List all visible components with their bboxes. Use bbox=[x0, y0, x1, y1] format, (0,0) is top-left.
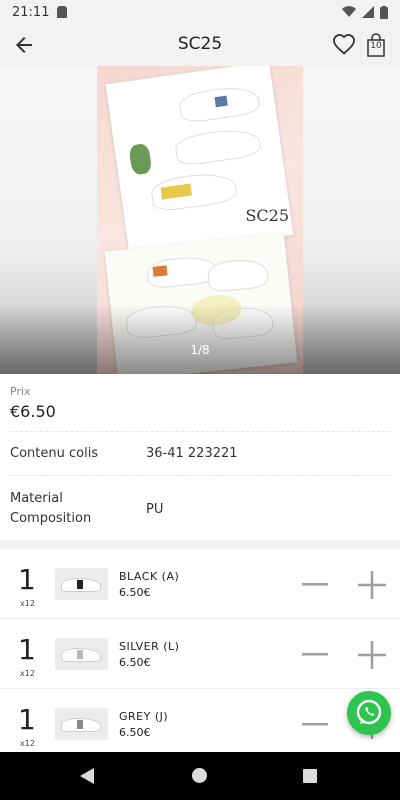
variant-quantity: 1 bbox=[18, 703, 36, 736]
cart-button[interactable]: 10 bbox=[364, 32, 388, 58]
detail-row-material: Material Composition PU bbox=[10, 476, 390, 542]
product-image-gallery[interactable]: SC25 1/8 bbox=[0, 66, 400, 374]
price-label: Prix bbox=[10, 385, 31, 398]
status-time: 21:11 bbox=[12, 4, 50, 20]
minus-icon[interactable] bbox=[302, 573, 328, 595]
variant-quantity: 1 bbox=[18, 563, 36, 596]
product-details: Prix €6.50 Contenu colis 36-41 223221 Ma… bbox=[0, 374, 400, 542]
nav-home-icon[interactable] bbox=[192, 768, 207, 783]
variant-quantity: 1 bbox=[18, 633, 36, 666]
wifi-icon bbox=[342, 6, 356, 18]
image-pager-indicator: 1/8 bbox=[190, 343, 210, 357]
heart-icon[interactable] bbox=[332, 33, 356, 57]
detail-value: PU bbox=[146, 501, 164, 517]
sd-card-icon bbox=[57, 6, 68, 18]
whatsapp-button[interactable] bbox=[347, 691, 391, 735]
whatsapp-icon bbox=[356, 699, 382, 725]
detail-key: Material Composition bbox=[10, 491, 92, 526]
variant-list: 1 x12 BLACK (A) 6.50€ 1 x12 SILVER (L) 6… bbox=[0, 549, 400, 759]
variant-row: 1 x12 GREY (J) 6.50€ bbox=[0, 689, 400, 759]
variant-thumbnail[interactable] bbox=[55, 708, 108, 740]
variant-price: 6.50€ bbox=[119, 726, 151, 739]
variant-thumbnail[interactable] bbox=[55, 568, 108, 600]
detail-row-contents: Contenu colis 36-41 223221 bbox=[10, 432, 390, 476]
nav-recents-icon[interactable] bbox=[303, 769, 317, 783]
detail-key: Contenu colis bbox=[10, 445, 99, 461]
variant-name: SILVER (L) bbox=[119, 640, 180, 653]
brand-logo-text: SC25 bbox=[245, 206, 289, 225]
app-bar: SC25 10 bbox=[0, 24, 400, 66]
collage-photo-top bbox=[105, 66, 294, 258]
variant-price: 6.50€ bbox=[119, 586, 151, 599]
signal-icon bbox=[362, 6, 374, 18]
plus-icon[interactable] bbox=[358, 571, 386, 599]
nav-back-icon[interactable] bbox=[80, 768, 96, 784]
variant-row: 1 x12 SILVER (L) 6.50€ bbox=[0, 619, 400, 689]
system-nav-bar bbox=[0, 752, 400, 800]
section-divider bbox=[0, 540, 400, 549]
cart-count-badge: 10 bbox=[370, 41, 382, 51]
variant-row: 1 x12 BLACK (A) 6.50€ bbox=[0, 549, 400, 619]
price-value: €6.50 bbox=[10, 402, 390, 432]
variant-name: BLACK (A) bbox=[119, 570, 180, 583]
detail-value: 36-41 223221 bbox=[146, 446, 238, 461]
battery-icon bbox=[380, 5, 388, 19]
variant-price: 6.50€ bbox=[119, 656, 151, 669]
variant-thumbnail[interactable] bbox=[55, 638, 108, 670]
minus-icon[interactable] bbox=[302, 713, 328, 735]
variant-name: GREY (J) bbox=[119, 710, 169, 723]
plus-icon[interactable] bbox=[358, 641, 386, 669]
minus-icon[interactable] bbox=[302, 643, 328, 665]
variant-pack-multiplier: x12 bbox=[20, 599, 35, 608]
status-bar: 21:11 bbox=[0, 0, 400, 24]
variant-pack-multiplier: x12 bbox=[20, 739, 35, 748]
variant-pack-multiplier: x12 bbox=[20, 669, 35, 678]
